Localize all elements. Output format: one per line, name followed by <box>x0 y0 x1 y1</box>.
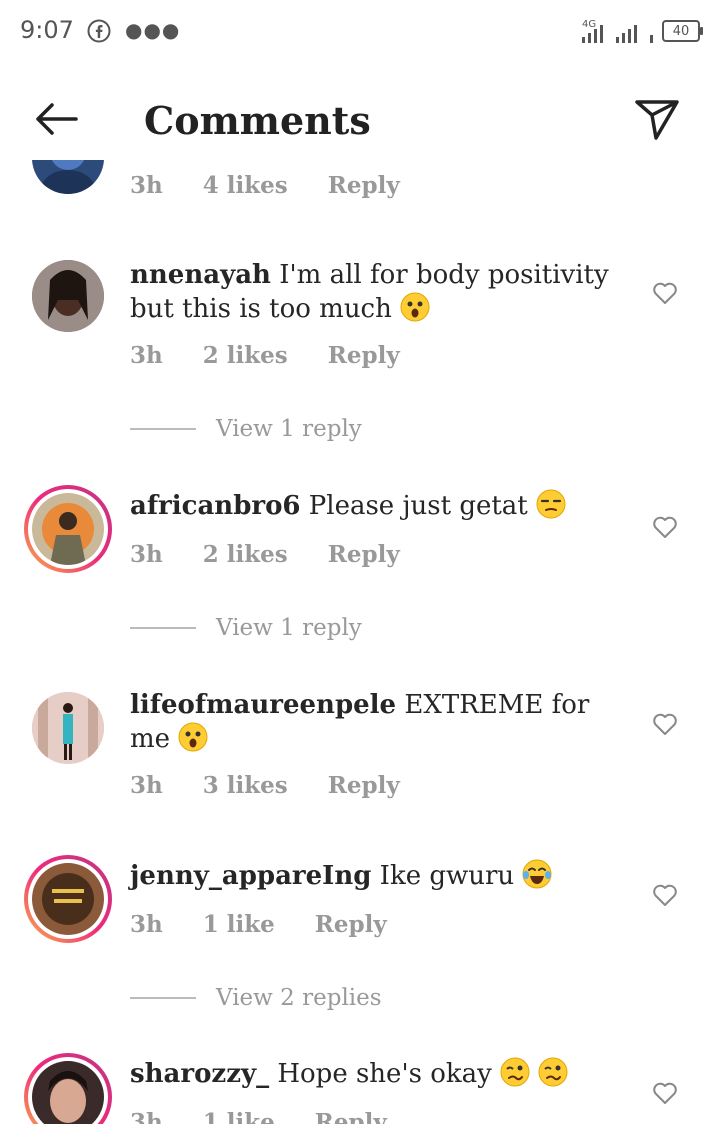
back-arrow-icon[interactable] <box>30 99 82 139</box>
comment-meta: 3h 2 likes Reply <box>130 541 400 568</box>
comment-likes[interactable]: 2 likes <box>203 541 288 568</box>
comment-username[interactable]: nnenayah <box>130 260 271 290</box>
comment-username[interactable]: lifeofmaureenpele <box>130 690 396 720</box>
comment-username[interactable]: sharozzy_ <box>130 1059 269 1089</box>
comment-time: 3h <box>130 911 163 938</box>
astonished-emoji-icon <box>178 722 208 752</box>
divider-line <box>130 627 196 629</box>
avatar[interactable] <box>32 260 104 332</box>
avatar-story-ring[interactable] <box>24 855 112 943</box>
comment-meta: 3h 1 like Reply <box>130 911 387 938</box>
avatar <box>32 493 104 565</box>
comment-likes[interactable]: 3 likes <box>203 772 288 799</box>
avatar[interactable] <box>32 692 104 764</box>
send-icon[interactable] <box>634 98 680 142</box>
joy-emoji-icon <box>522 859 552 889</box>
comment-meta: 3h 3 likes Reply <box>130 772 400 799</box>
signal-4g-icon: 4G <box>582 19 603 43</box>
comment-time: 3h <box>130 1109 163 1124</box>
divider-line <box>130 997 196 999</box>
status-indicators: 4G 40 <box>580 16 703 46</box>
view-replies-label: View 1 reply <box>216 615 362 641</box>
comment-username[interactable]: jenny_appareIng <box>130 861 371 891</box>
signal-icon <box>616 25 637 43</box>
reply-button[interactable]: Reply <box>328 772 400 799</box>
comment-text-block: sharozzy_ Hope she's okay <box>130 1057 620 1091</box>
comment-text: Hope she's okay <box>277 1059 492 1089</box>
comment-time: 3h <box>130 172 163 199</box>
comment-time: 3h <box>130 342 163 369</box>
signal-weak-icon <box>650 35 653 43</box>
avatar-story-ring[interactable] <box>24 485 112 573</box>
heart-icon[interactable] <box>652 515 678 539</box>
facebook-icon <box>87 19 111 43</box>
view-replies-button[interactable]: View 2 replies <box>130 985 382 1011</box>
comment-likes[interactable]: 4 likes <box>203 172 288 199</box>
heart-icon[interactable] <box>652 281 678 305</box>
comment-time: 3h <box>130 541 163 568</box>
comments-header: Comments <box>0 64 720 174</box>
comment-likes[interactable]: 1 like <box>203 911 275 938</box>
unamused-emoji-icon <box>536 489 566 519</box>
comments-list: 3h 4 likes Reply nnenayah I'm all for bo… <box>0 160 720 1124</box>
more-notifications-icon: ●●● <box>125 18 181 42</box>
reply-button[interactable]: Reply <box>315 911 387 938</box>
comment-text-block: nnenayah I'm all for body positivity but… <box>130 258 620 326</box>
reply-button[interactable]: Reply <box>328 342 400 369</box>
battery-icon: 40 <box>662 20 703 42</box>
view-replies-button[interactable]: View 1 reply <box>130 615 362 641</box>
battery-level: 40 <box>672 23 690 39</box>
heart-icon[interactable] <box>652 883 678 907</box>
avatar <box>32 1061 104 1124</box>
comment-text-block: jenny_appareIng Ike gwuru <box>130 859 620 893</box>
comment-likes[interactable]: 1 like <box>203 1109 275 1124</box>
woozy-emoji-icon <box>538 1057 568 1087</box>
reply-button[interactable]: Reply <box>315 1109 387 1124</box>
avatar-story-ring[interactable] <box>24 1053 112 1124</box>
avatar[interactable] <box>32 160 104 194</box>
status-bar: 9:07 ●●● 4G 40 <box>0 0 720 64</box>
comment-time: 3h <box>130 772 163 799</box>
page-title: Comments <box>144 98 371 143</box>
comment-meta: 3h 1 like Reply <box>130 1109 387 1124</box>
astonished-emoji-icon <box>400 292 430 322</box>
view-replies-button[interactable]: View 1 reply <box>130 416 362 442</box>
woozy-emoji-icon <box>500 1057 530 1087</box>
view-replies-label: View 2 replies <box>216 985 382 1011</box>
svg-text:4G: 4G <box>582 19 596 30</box>
comment-text-block: lifeofmaureenpele EXTREME for me <box>130 688 620 756</box>
comment-text-block: africanbro6 Please just getat <box>130 489 620 523</box>
view-replies-label: View 1 reply <box>216 416 362 442</box>
divider-line <box>130 428 196 430</box>
comment-likes[interactable]: 2 likes <box>203 342 288 369</box>
reply-button[interactable]: Reply <box>328 172 400 199</box>
heart-icon[interactable] <box>652 712 678 736</box>
comment-username[interactable]: africanbro6 <box>130 491 301 521</box>
heart-icon[interactable] <box>652 1081 678 1105</box>
comment-meta: 3h 2 likes Reply <box>130 342 400 369</box>
comment-meta: 3h 4 likes Reply <box>130 172 400 199</box>
avatar <box>32 863 104 935</box>
status-time: 9:07 <box>20 16 74 44</box>
comment-text: Ike gwuru <box>379 861 515 891</box>
comment-text: Please just getat <box>308 491 528 521</box>
reply-button[interactable]: Reply <box>328 541 400 568</box>
